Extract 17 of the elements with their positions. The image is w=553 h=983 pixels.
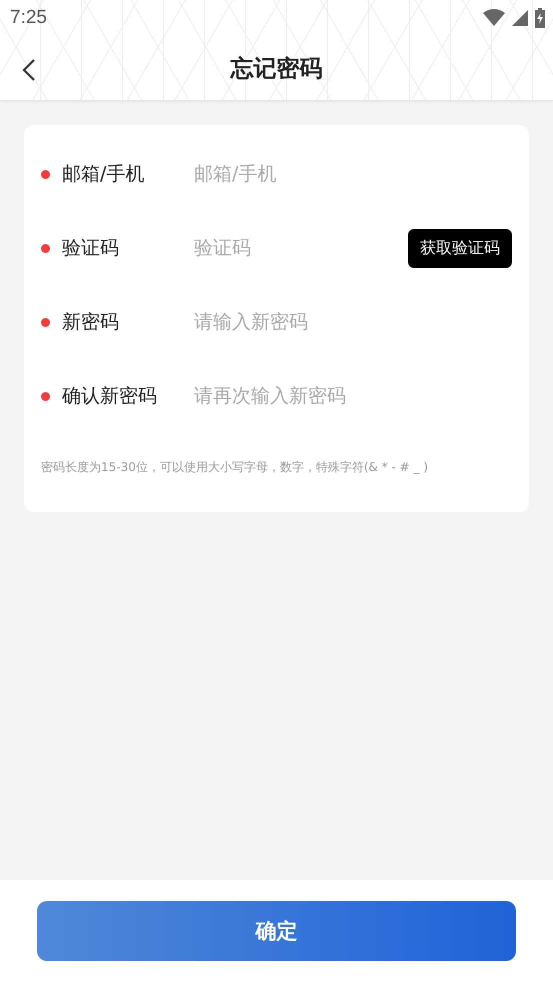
status-time: 7:25 <box>10 7 47 29</box>
input-field[interactable]: 请再次输入新密码 <box>194 385 512 407</box>
input-field[interactable]: 请输入新密码 <box>194 311 512 333</box>
input-field[interactable]: 验证码 <box>194 237 408 259</box>
battery-icon <box>535 8 545 28</box>
signal-icon <box>511 9 529 27</box>
get-code-button[interactable]: 获取验证码 <box>408 228 512 268</box>
field-label: 邮箱/手机 <box>62 162 146 187</box>
field-label: 验证码 <box>62 236 120 261</box>
page-title: 忘记密码 <box>230 54 322 84</box>
password-hint: 密码长度为15-30位，可以使用大小写字母，数字，特殊字符(& * - # _ ) <box>41 459 430 476</box>
field-label: 新密码 <box>62 310 120 335</box>
chevron-left-icon <box>22 58 36 82</box>
wifi-icon <box>483 9 505 27</box>
confirm-button[interactable]: 确定 <box>37 901 516 961</box>
field-label: 确认新密码 <box>62 384 158 409</box>
input-field[interactable]: 邮箱/手机 <box>194 163 512 185</box>
